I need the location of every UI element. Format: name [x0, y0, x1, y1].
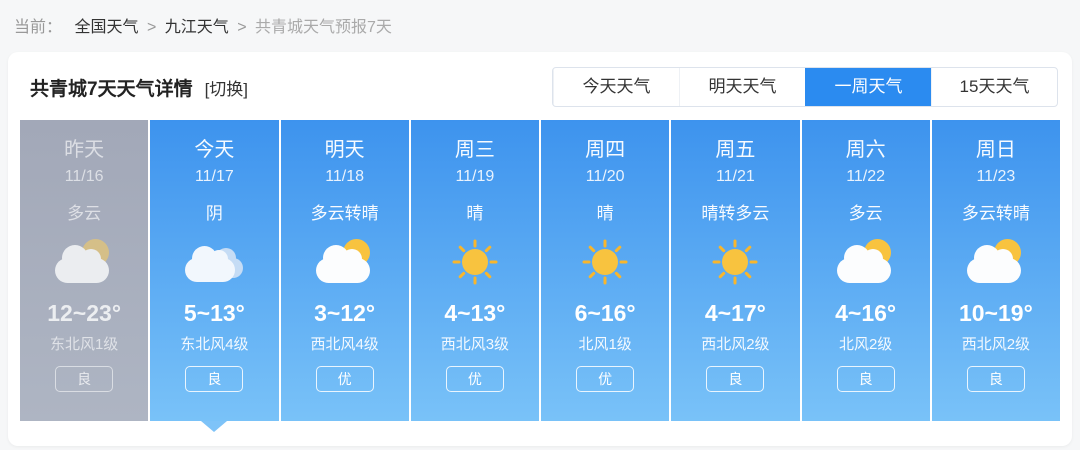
aqi-row: 优 — [411, 366, 539, 392]
day-column[interactable]: 周四 11/20 晴 — [541, 120, 669, 421]
date-label: 11/23 — [932, 167, 1060, 187]
temperature-range: 4~17° — [671, 299, 799, 327]
day-column[interactable]: 周五 11/21 晴转多云 — [671, 120, 799, 421]
day-column[interactable]: 昨天 11/16 多云 — [20, 120, 148, 421]
wind-label: 西北风3级 — [411, 336, 539, 354]
title-wrap: 共青城7天天气详情 [切换] — [30, 74, 248, 101]
aqi-badge: 良 — [55, 366, 113, 392]
breadcrumb-link-national[interactable]: 全国天气 — [74, 19, 138, 36]
aqi-badge: 优 — [446, 366, 504, 392]
temperature-range: 4~13° — [411, 299, 539, 327]
condition-label: 多云转晴 — [281, 203, 409, 225]
weather-icon — [573, 239, 637, 285]
weather-tab[interactable]: 15天天气 — [931, 68, 1057, 106]
condition-label: 晴 — [411, 203, 539, 225]
aqi-row: 良 — [802, 366, 930, 392]
weather-icon — [834, 239, 898, 285]
aqi-badge: 优 — [576, 366, 634, 392]
weather-icon — [703, 239, 767, 285]
aqi-badge: 良 — [706, 366, 764, 392]
date-label: 11/21 — [671, 167, 799, 187]
temperature-range: 12~23° — [20, 299, 148, 327]
weather-card: 共青城7天天气详情 [切换] 今天天气 明天天气 一周天气 15天天气 昨天 1… — [8, 52, 1072, 446]
temperature-range: 5~13° — [150, 299, 278, 327]
aqi-row: 良 — [932, 366, 1060, 392]
aqi-row: 良 — [20, 366, 148, 392]
sun-icon — [573, 239, 637, 285]
cloud-sun-icon — [313, 239, 377, 285]
temperature-range: 6~16° — [541, 299, 669, 327]
wind-label: 北风2级 — [802, 336, 930, 354]
condition-label: 晴转多云 — [671, 203, 799, 225]
day-column[interactable]: 周六 11/22 多云 — [802, 120, 930, 421]
date-label: 11/20 — [541, 167, 669, 187]
condition-label: 多云转晴 — [932, 203, 1060, 225]
page-title: 共青城7天天气详情 — [30, 74, 193, 101]
day-label: 今天 — [150, 138, 278, 162]
wind-label: 西北风2级 — [932, 336, 1060, 354]
cloud-icon — [182, 239, 246, 285]
forecast-columns: 昨天 11/16 多云 — [20, 120, 1060, 421]
weather-icon — [313, 239, 377, 285]
weather-tab[interactable]: 明天天气 — [679, 68, 805, 106]
wind-label: 东北风1级 — [20, 336, 148, 354]
aqi-badge: 良 — [967, 366, 1025, 392]
aqi-row: 良 — [671, 366, 799, 392]
date-label: 11/18 — [281, 167, 409, 187]
condition-label: 晴 — [541, 203, 669, 225]
sun-icon — [443, 239, 507, 285]
breadcrumb-separator: > — [237, 19, 246, 36]
sun-icon — [703, 239, 767, 285]
date-label: 11/16 — [20, 167, 148, 187]
aqi-row: 良 — [150, 366, 278, 392]
aqi-badge: 优 — [316, 366, 374, 392]
temperature-range: 3~12° — [281, 299, 409, 327]
day-label: 周六 — [802, 138, 930, 162]
wind-label: 西北风2级 — [671, 336, 799, 354]
day-label: 周四 — [541, 138, 669, 162]
date-label: 11/22 — [802, 167, 930, 187]
day-column[interactable]: 周三 11/19 晴 — [411, 120, 539, 421]
wind-label: 西北风4级 — [281, 336, 409, 354]
aqi-badge: 良 — [837, 366, 895, 392]
breadcrumb: 当前： 全国天气 > 九江天气 > 共青城天气预报7天 — [0, 0, 1080, 37]
switch-city-link[interactable]: [切换] — [205, 75, 248, 100]
condition-label: 阴 — [150, 203, 278, 225]
aqi-row: 优 — [281, 366, 409, 392]
day-label: 昨天 — [20, 138, 148, 162]
breadcrumb-link-city[interactable]: 九江天气 — [165, 19, 229, 36]
day-label: 明天 — [281, 138, 409, 162]
weather-icon — [443, 239, 507, 285]
condition-label: 多云 — [802, 203, 930, 225]
day-label: 周日 — [932, 138, 1060, 162]
card-header: 共青城7天天气详情 [切换] 今天天气 明天天气 一周天气 15天天气 — [8, 52, 1072, 107]
condition-label: 多云 — [20, 203, 148, 225]
cloud-sun-icon — [834, 239, 898, 285]
temperature-range: 4~16° — [802, 299, 930, 327]
breadcrumb-prefix: 当前： — [14, 19, 62, 36]
temperature-range: 10~19° — [932, 299, 1060, 327]
weather-icon — [182, 239, 246, 285]
weather-icon — [52, 239, 116, 285]
day-label: 周五 — [671, 138, 799, 162]
day-column[interactable]: 明天 11/18 多云转晴 — [281, 120, 409, 421]
date-label: 11/17 — [150, 167, 278, 187]
wind-label: 北风1级 — [541, 336, 669, 354]
aqi-row: 优 — [541, 366, 669, 392]
day-label: 周三 — [411, 138, 539, 162]
date-label: 11/19 — [411, 167, 539, 187]
weather-tab[interactable]: 一周天气 — [805, 68, 931, 106]
wind-label: 东北风4级 — [150, 336, 278, 354]
weather-icon — [964, 239, 1028, 285]
weather-tab[interactable]: 今天天气 — [553, 68, 679, 106]
day-column[interactable]: 今天 11/17 阴 — [150, 120, 278, 421]
day-column[interactable]: 周日 11/23 多云转晴 — [932, 120, 1060, 421]
aqi-badge: 良 — [185, 366, 243, 392]
weather-tabs: 今天天气 明天天气 一周天气 15天天气 — [552, 67, 1058, 107]
cloud-sun-icon — [964, 239, 1028, 285]
cloud-sun-icon — [52, 239, 116, 285]
breadcrumb-separator: > — [147, 19, 156, 36]
breadcrumb-current: 共青城天气预报7天 — [255, 19, 392, 36]
